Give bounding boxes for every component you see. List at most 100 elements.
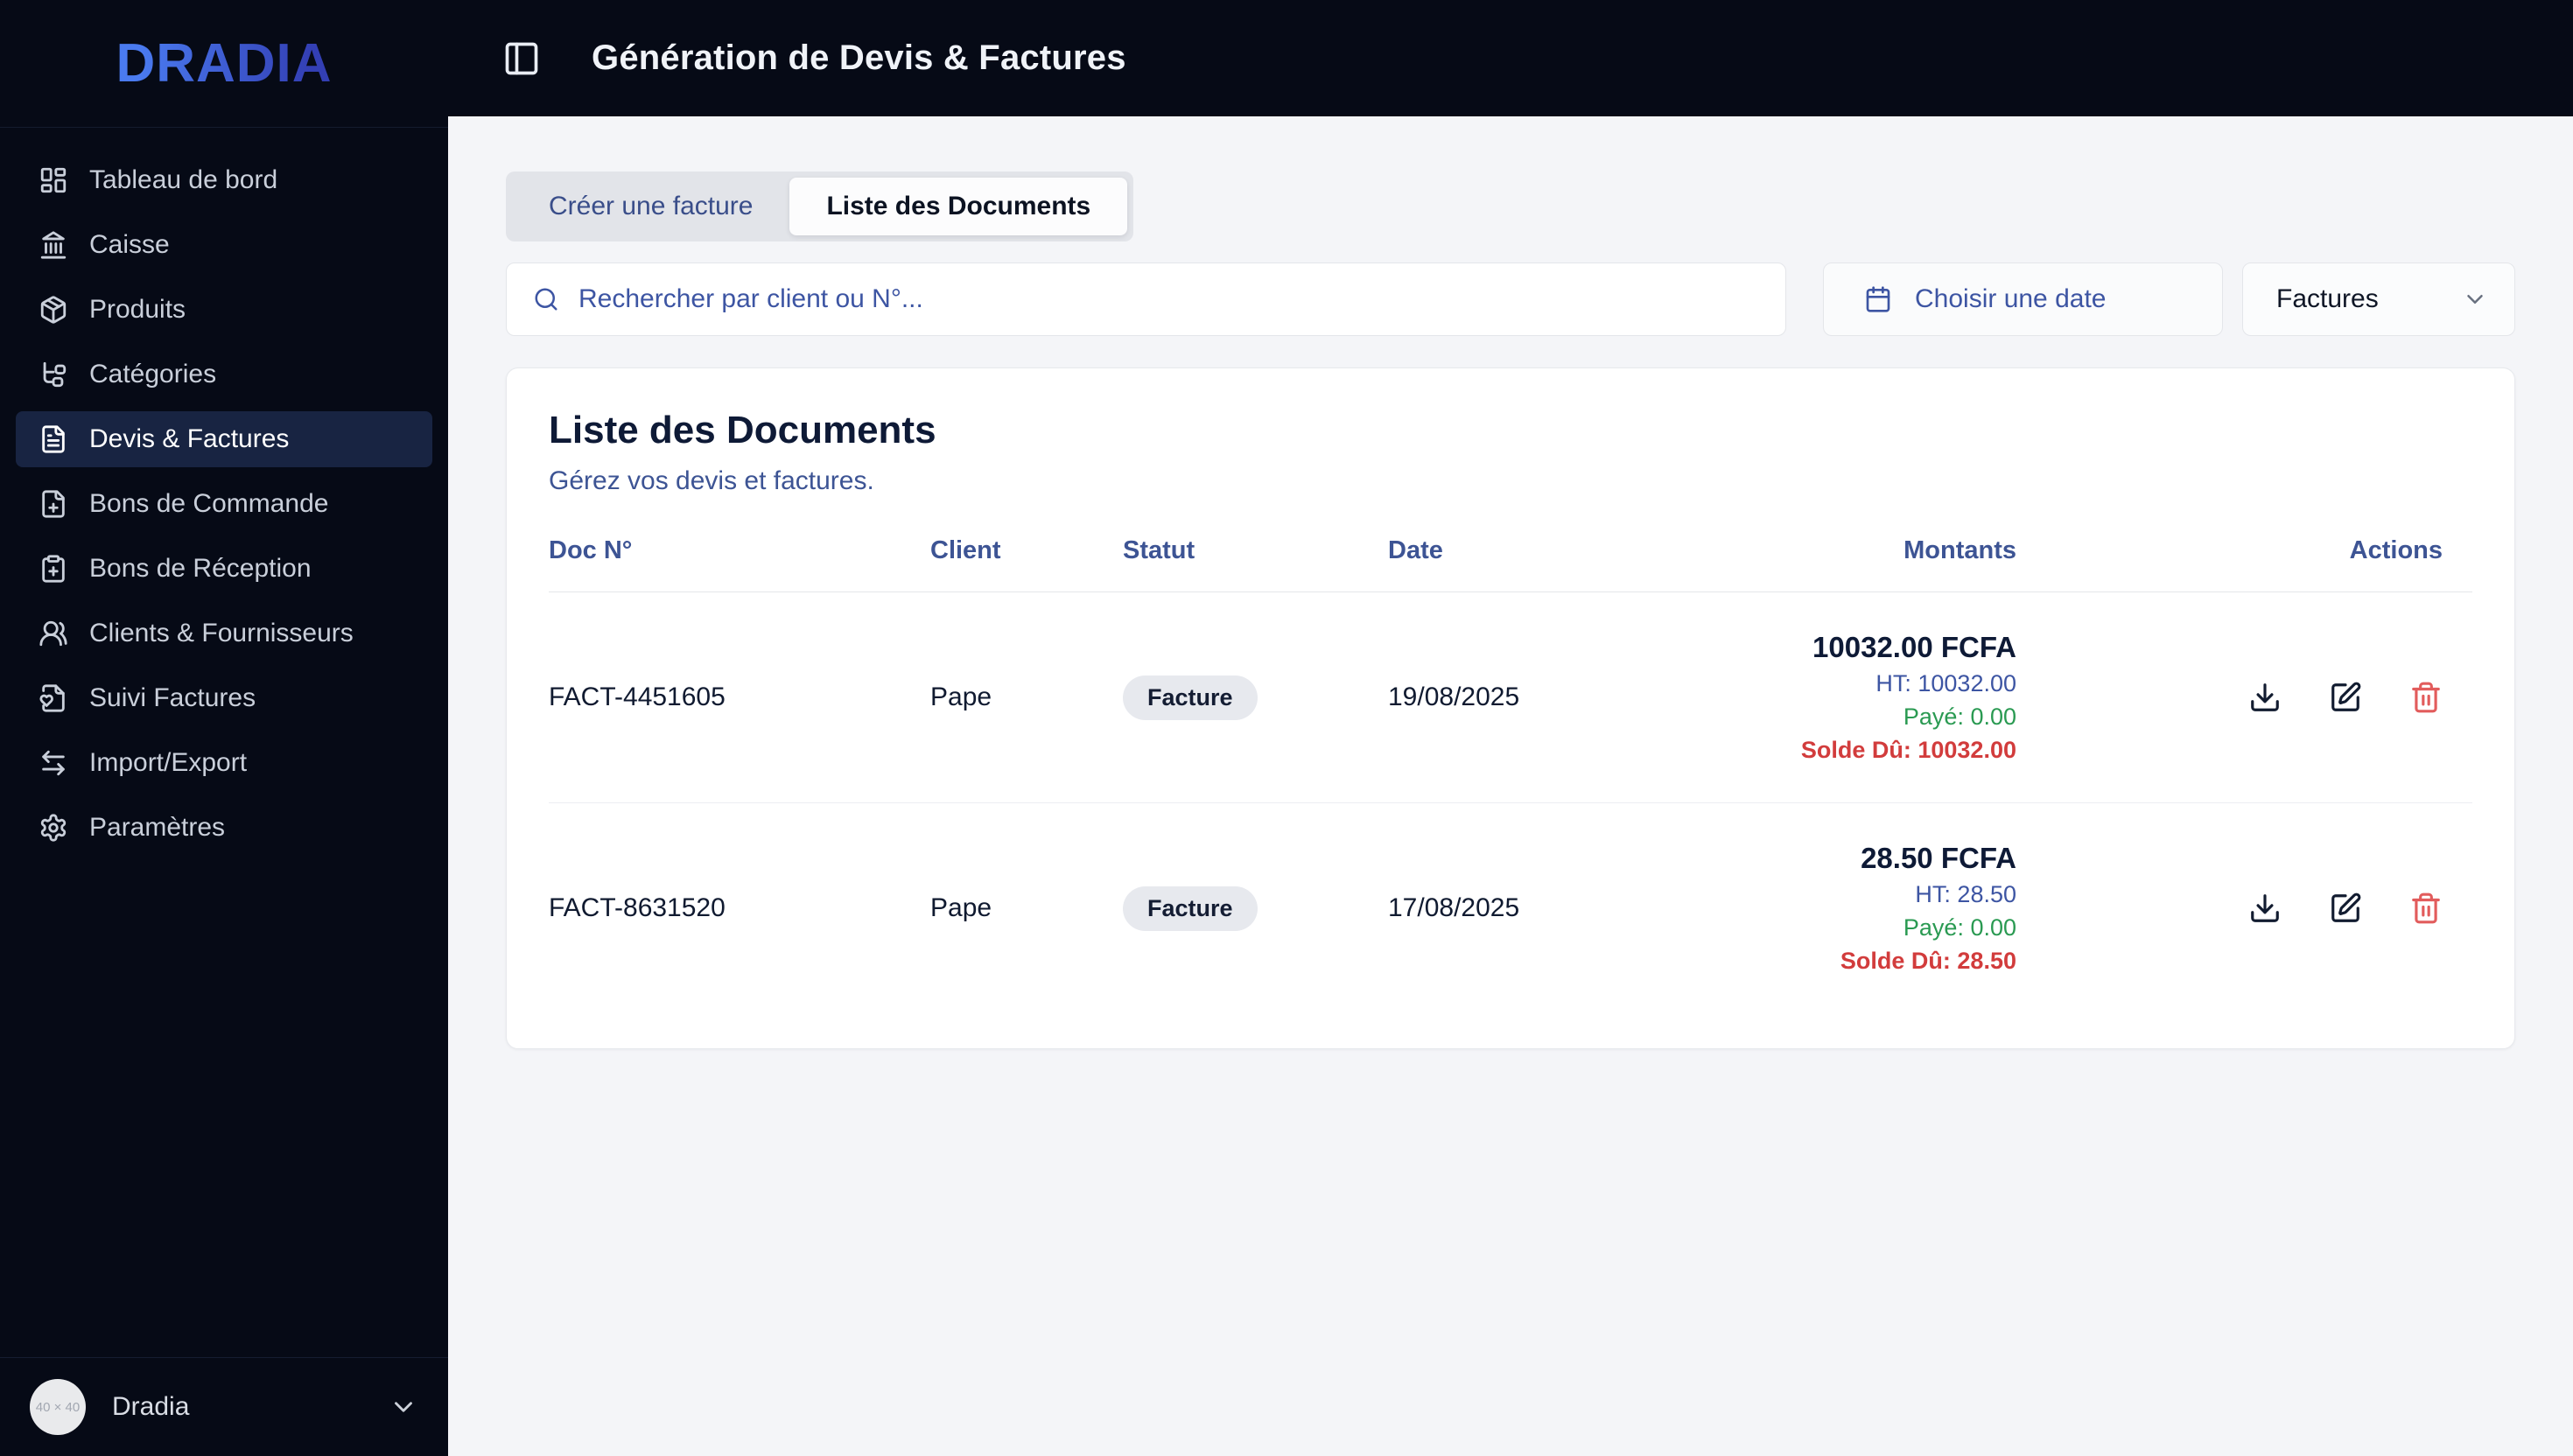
amount-total: 28.50 FCFA [1861, 842, 2016, 874]
search-input[interactable] [578, 284, 1759, 314]
doc-number: FACT-4451605 [549, 682, 726, 711]
table-row: FACT-8631520 Pape Facture 17/08/2025 28.… [549, 802, 2472, 1013]
amount-paid: Payé: 0.00 [1903, 914, 2016, 941]
sidebar-item-label: Catégories [89, 360, 217, 388]
search-icon [535, 288, 557, 311]
type-filter-select[interactable]: Factures [2242, 262, 2515, 336]
main-content: Créer une facture Liste des Documents Ch… [448, 0, 2573, 1049]
card-title: Liste des Documents [549, 409, 936, 452]
download-icon [2251, 683, 2279, 711]
documents-card: Liste des Documents Gérez vos devis et f… [506, 368, 2515, 1049]
sidebar-item-bons-de-reception[interactable]: Bons de Réception [16, 541, 432, 597]
avatar: 40 × 40 [30, 1379, 86, 1435]
sidebar-item-label: Clients & Fournisseurs [89, 619, 354, 648]
download-button[interactable] [2248, 892, 2282, 925]
sidebar-item-label: Produits [89, 295, 186, 324]
amount-balance-due: Solde Dû: 28.50 [1840, 948, 2016, 974]
doc-date: 17/08/2025 [1388, 893, 1520, 922]
status-cell: Facture [1123, 675, 1388, 720]
actions-cell [2016, 892, 2472, 925]
documents-table: Doc N° Client Statut Date Montants Actio… [549, 528, 2472, 1013]
client-name: Pape [930, 893, 992, 922]
sidebar-item-label: Suivi Factures [89, 683, 256, 712]
sidebar-item-label: Devis & Factures [89, 424, 290, 453]
amounts-cell: 10032.00 FCFA HT: 10032.00 Payé: 0.00 So… [1665, 631, 2016, 764]
sidebar: DRADIA Tableau de bord Caisse Produits C… [0, 0, 448, 1456]
edit-icon [2331, 892, 2361, 922]
sidebar-toggle-button[interactable] [502, 39, 541, 78]
search-box[interactable] [506, 262, 1786, 336]
delete-button[interactable] [2409, 892, 2443, 925]
sidebar-item-import-export[interactable]: Import/Export [16, 735, 432, 791]
package-icon [40, 296, 67, 324]
type-filter-value: Factures [2276, 284, 2379, 313]
date-picker-button[interactable]: Choisir une date [1823, 262, 2223, 336]
page-title: Génération de Devis & Factures [592, 38, 1126, 77]
sidebar-item-categories[interactable]: Catégories [16, 346, 432, 402]
sidebar-item-label: Paramètres [89, 813, 226, 842]
amount-ht: HT: 28.50 [1915, 881, 2016, 907]
trash-icon [2412, 892, 2440, 924]
sidebar-item-label: Tableau de bord [89, 165, 278, 194]
sidebar-item-tableau-de-bord[interactable]: Tableau de bord [16, 152, 432, 208]
column-header-statut: Statut [1123, 536, 1195, 564]
gear-icon [40, 814, 67, 842]
date-picker-label: Choisir une date [1915, 284, 2107, 313]
edit-button[interactable] [2329, 681, 2362, 714]
download-icon [2251, 894, 2279, 922]
sidebar-item-clients-fournisseurs[interactable]: Clients & Fournisseurs [16, 606, 432, 662]
doc-date: 19/08/2025 [1388, 682, 1520, 711]
arrows-left-right-icon [42, 750, 65, 776]
file-plus-icon [42, 490, 65, 518]
sidebar-item-devis-factures[interactable]: Devis & Factures [16, 411, 432, 467]
panel-left-icon [505, 42, 538, 74]
column-header-actions: Actions [2349, 536, 2443, 564]
top-header: Génération de Devis & Factures [448, 0, 2573, 116]
table-header-row: Doc N° Client Statut Date Montants Actio… [549, 528, 2472, 592]
sidebar-item-suivi-factures[interactable]: Suivi Factures [16, 670, 432, 726]
column-header-date: Date [1388, 536, 1443, 564]
status-badge: Facture [1123, 675, 1258, 720]
card-subtitle: Gérez vos devis et factures. [549, 466, 874, 495]
user-menu[interactable]: 40 × 40 Dradia [0, 1357, 448, 1456]
calendar-icon [1866, 286, 1890, 312]
sidebar-item-produits[interactable]: Produits [16, 282, 432, 338]
clipboard-plus-icon [42, 555, 65, 583]
sidebar-item-label: Bons de Commande [89, 489, 329, 518]
file-heart-icon [39, 684, 65, 712]
status-cell: Facture [1123, 886, 1388, 931]
user-name: Dradia [112, 1392, 190, 1421]
delete-button[interactable] [2409, 681, 2443, 714]
sidebar-item-caisse[interactable]: Caisse [16, 217, 432, 273]
dashboard-icon [40, 167, 67, 193]
logo-area: DRADIA [0, 0, 448, 128]
avatar-placeholder-text: 40 × 40 [35, 1399, 81, 1415]
tab-liste-des-documents[interactable]: Liste des Documents [789, 178, 1128, 235]
amounts-cell: 28.50 FCFA HT: 28.50 Payé: 0.00 Solde Dû… [1665, 842, 2016, 975]
sidebar-item-label: Caisse [89, 230, 170, 259]
sidebar-item-bons-de-commande[interactable]: Bons de Commande [16, 476, 432, 532]
column-header-montants: Montants [1903, 536, 2016, 564]
edit-icon [2331, 682, 2361, 711]
sidebar-nav: Tableau de bord Caisse Produits Catégori… [0, 128, 448, 1357]
column-header-doc-no: Doc N° [549, 536, 633, 564]
file-text-icon [42, 425, 65, 453]
amount-balance-due: Solde Dû: 10032.00 [1800, 737, 2016, 763]
bank-icon [40, 231, 67, 259]
users-icon [39, 620, 67, 647]
edit-button[interactable] [2329, 892, 2362, 925]
column-header-client: Client [930, 536, 1001, 564]
sidebar-item-parametres[interactable]: Paramètres [16, 800, 432, 856]
download-button[interactable] [2248, 681, 2282, 714]
status-badge: Facture [1123, 886, 1258, 931]
amount-ht: HT: 10032.00 [1875, 670, 2016, 696]
brand-logo: DRADIA [116, 33, 333, 94]
chevron-down-icon [2467, 295, 2483, 304]
filter-row: Choisir une date Factures [506, 262, 2515, 336]
amount-total: 10032.00 FCFA [1812, 631, 2016, 663]
sidebar-item-label: Import/Export [89, 748, 248, 777]
amount-paid: Payé: 0.00 [1903, 704, 2016, 730]
doc-number: FACT-8631520 [549, 893, 726, 922]
tab-creer-une-facture[interactable]: Créer une facture [512, 178, 789, 235]
chevron-down-icon [395, 1402, 412, 1412]
